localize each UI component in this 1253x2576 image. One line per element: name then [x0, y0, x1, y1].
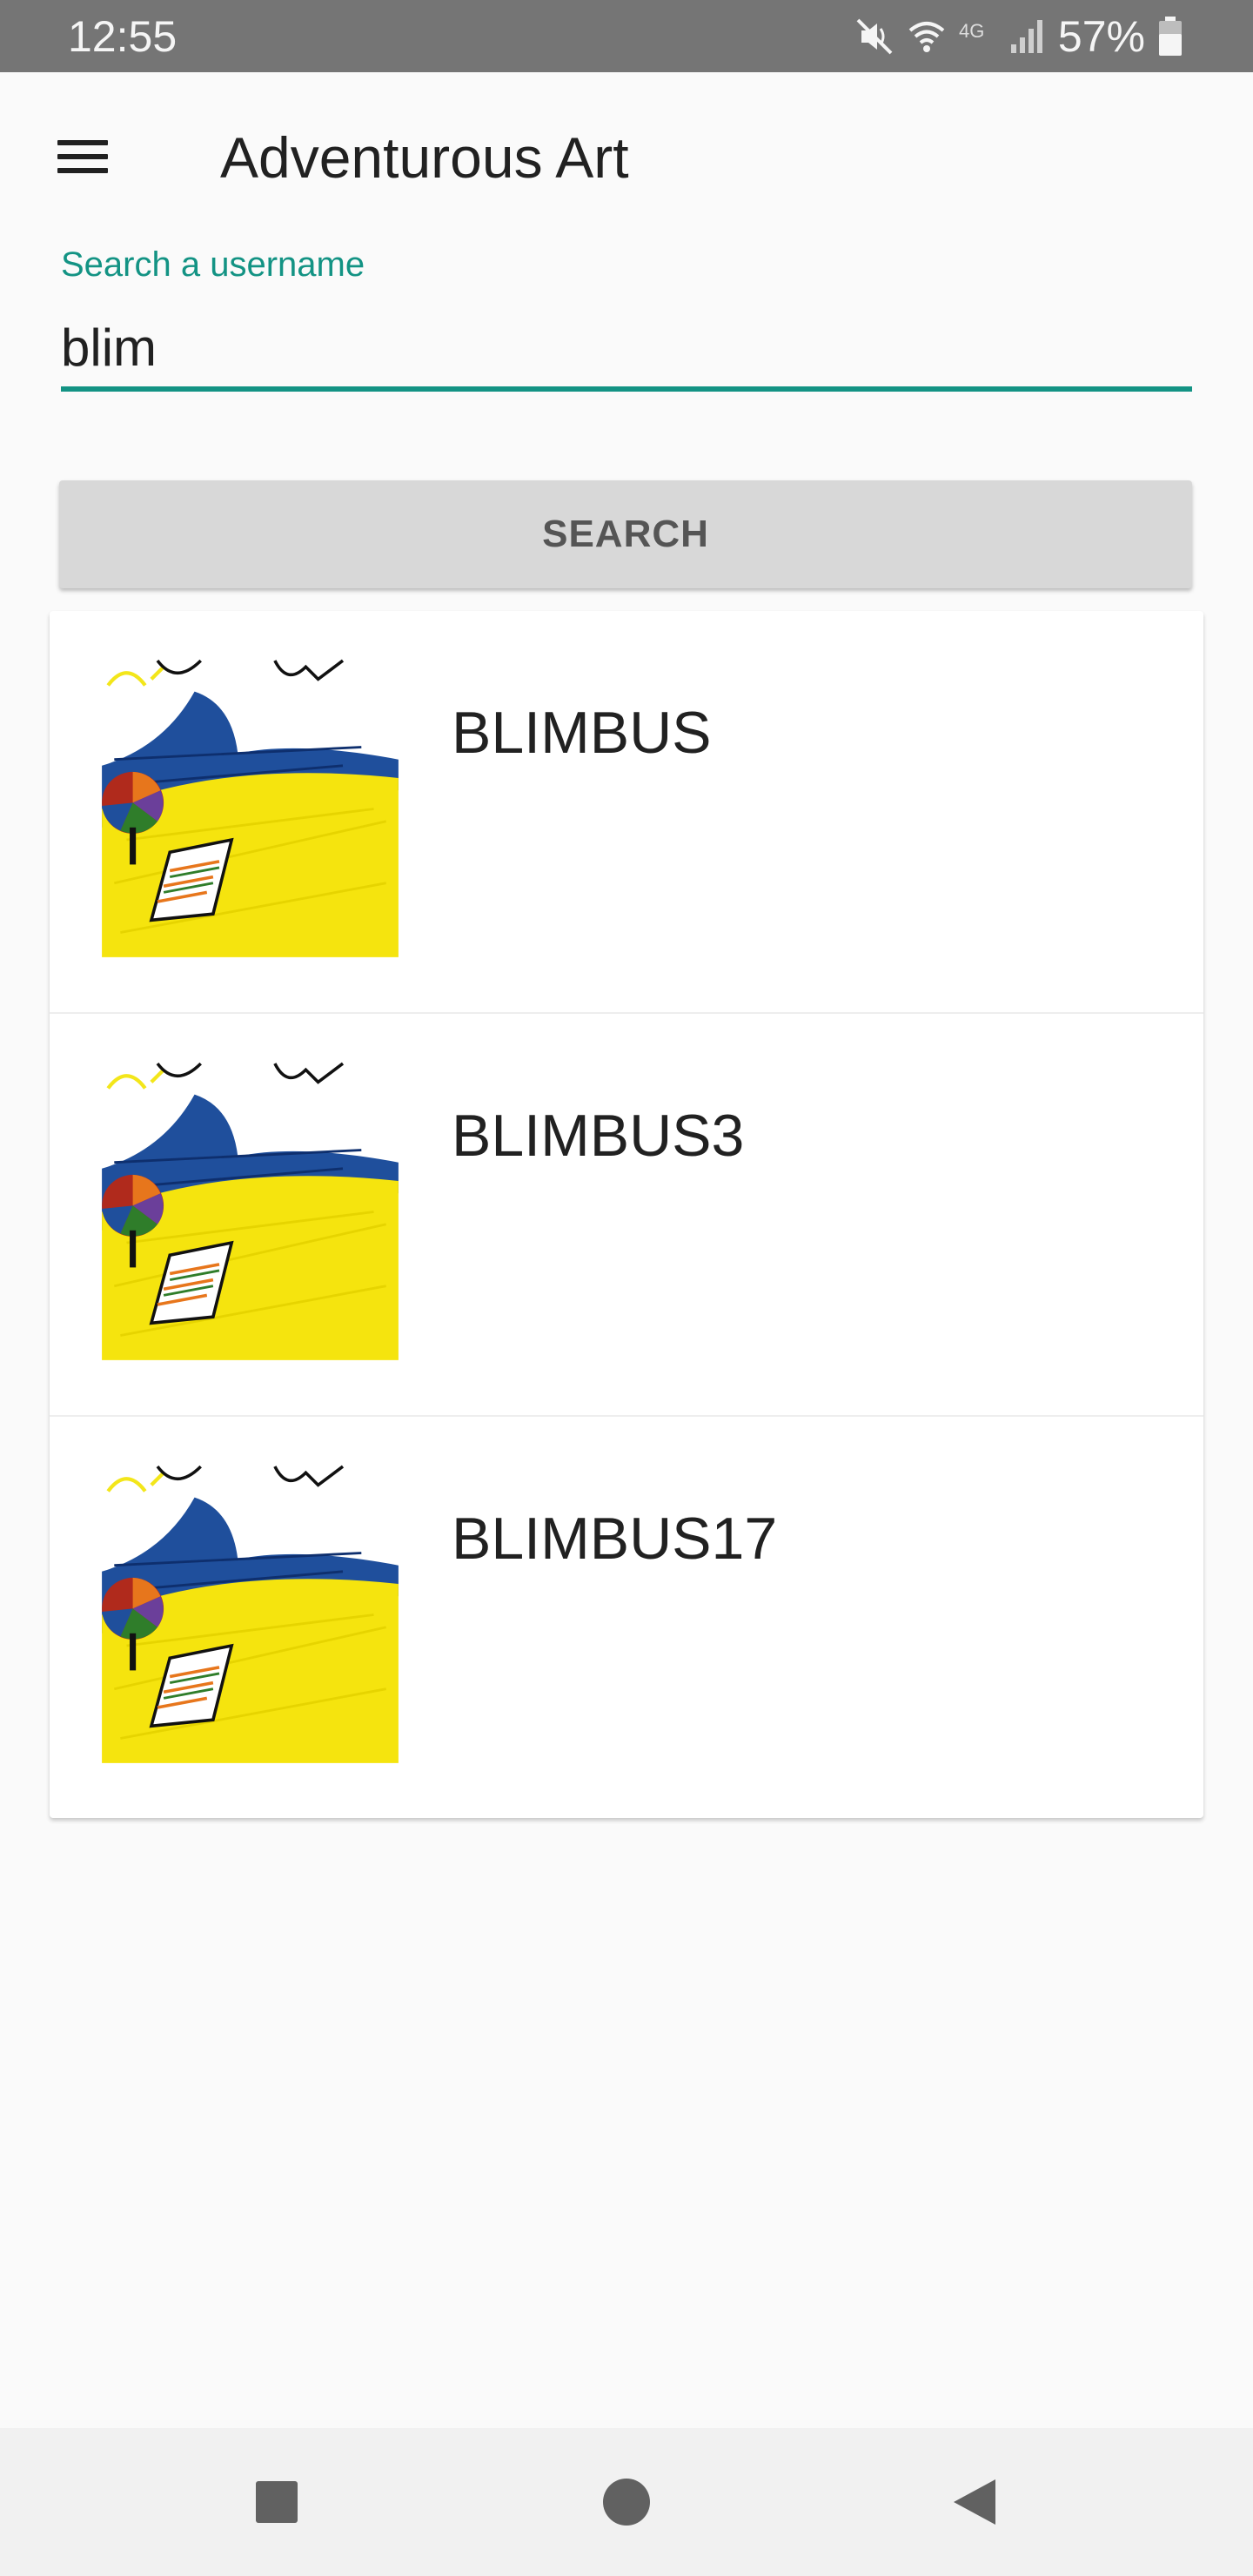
app-bar: Adventurous Art	[0, 72, 1253, 246]
user-drawing-thumbnail	[96, 1460, 405, 1769]
result-username: BLIMBUS	[452, 700, 712, 766]
recents-square-icon[interactable]	[242, 2467, 312, 2537]
network-label: 4G	[959, 20, 984, 42]
home-circle-icon[interactable]	[592, 2467, 661, 2537]
result-list: BLIMBUS BLIMBUS3 BLIMBUS17	[50, 611, 1203, 1818]
search-input[interactable]	[61, 308, 1192, 386]
system-nav-bar	[0, 2428, 1253, 2576]
result-username: BLIMBUS17	[452, 1506, 778, 1572]
result-item[interactable]: BLIMBUS	[50, 611, 1203, 1012]
battery-percent: 57%	[1057, 12, 1145, 61]
user-drawing-thumbnail	[96, 654, 405, 963]
signal-icon	[1010, 20, 1042, 53]
search-button[interactable]: SEARCH	[59, 480, 1192, 588]
user-drawing-thumbnail	[96, 1057, 405, 1366]
hamburger-menu-icon[interactable]	[50, 133, 120, 185]
result-username: BLIMBUS3	[452, 1103, 745, 1169]
search-label: Search a username	[61, 245, 365, 284]
status-time: 12:55	[68, 12, 178, 61]
wifi-icon	[908, 22, 945, 52]
battery-icon	[1159, 17, 1182, 56]
app-title: Adventurous Art	[220, 125, 629, 190]
back-triangle-icon[interactable]	[941, 2467, 1011, 2537]
network-type-icon: 4G	[959, 20, 984, 42]
mute-icon	[856, 18, 893, 55]
search-underline	[61, 386, 1192, 392]
status-icons: 4G 57%	[854, 9, 1183, 64]
result-item[interactable]: BLIMBUS3	[50, 1012, 1203, 1415]
status-bar: 12:55 4G 57%	[0, 0, 1253, 72]
result-item[interactable]: BLIMBUS17	[50, 1415, 1203, 1818]
